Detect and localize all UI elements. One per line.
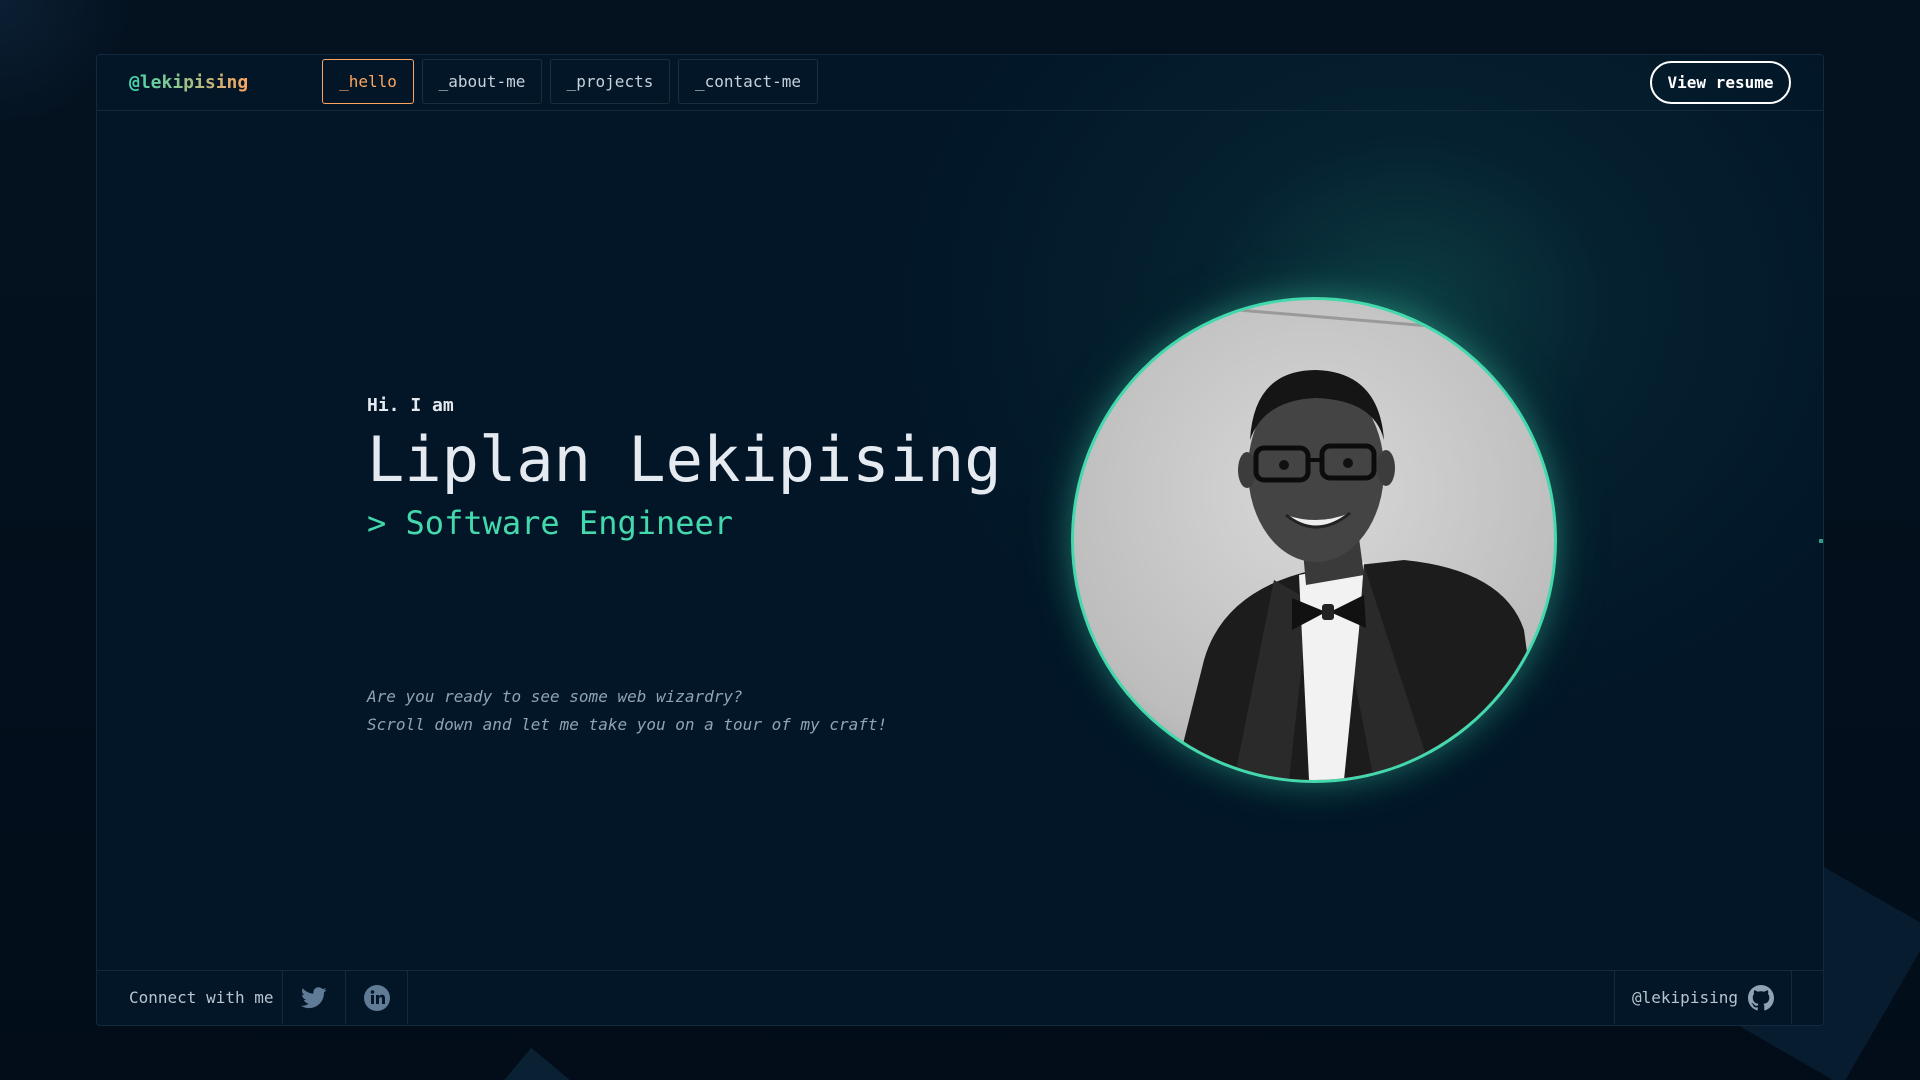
tab-projects[interactable]: _projects [550,59,670,104]
linkedin-icon [363,984,390,1011]
tagline-line: Are you ready to see some web wizardry? [367,687,743,706]
tab-label: _hello [339,72,397,91]
github-link[interactable]: @lekipising [1614,971,1792,1024]
view-resume-button[interactable]: View resume [1650,61,1791,104]
portfolio-page: @lekipising _hello _about-me _projects _… [0,0,1920,1080]
footer-bar: Connect with me @lekipising [97,970,1823,1025]
top-navigation: @lekipising _hello _about-me _projects _… [97,55,1823,111]
profile-photo [1071,297,1557,783]
main-window: @lekipising _hello _about-me _projects _… [96,54,1824,1026]
twitter-icon [301,986,327,1008]
tab-about-me[interactable]: _about-me [422,59,542,104]
tab-label: _about-me [438,72,526,91]
portrait-illustration [1174,306,1544,780]
tab-label: _contact-me [695,72,801,91]
hero-section: Hi. I am Liplan Lekipising > Software En… [367,395,1002,542]
connect-label: Connect with me [129,988,274,1007]
tab-label: _projects [566,72,654,91]
twitter-link[interactable] [282,971,345,1024]
tagline: Are you ready to see some web wizardry? … [367,683,887,739]
brand-logo[interactable]: @lekipising [129,72,248,93]
tab-hello[interactable]: _hello [322,59,414,104]
github-handle: @lekipising [1632,988,1738,1007]
linkedin-link[interactable] [345,971,408,1024]
job-title: > Software Engineer [367,504,734,542]
github-icon [1747,984,1774,1010]
tab-contact-me[interactable]: _contact-me [678,59,818,104]
tagline-line: Scroll down and let me take you on a tou… [367,715,888,734]
page-title: Liplan Lekipising [367,423,1002,496]
greeting-text: Hi. I am [367,395,454,416]
scroll-indicator [1819,539,1823,543]
background-decoration [492,1047,578,1080]
